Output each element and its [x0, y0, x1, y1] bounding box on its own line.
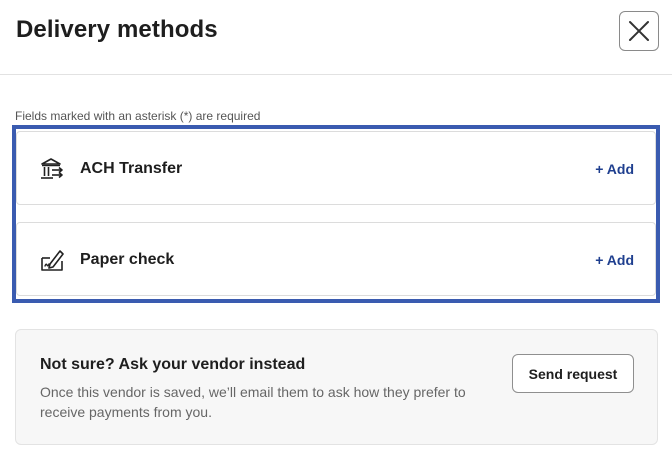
bank-transfer-icon — [41, 158, 63, 179]
required-fields-hint: Fields marked with an asterisk (*) are r… — [15, 109, 261, 123]
method-card-ach-transfer[interactable]: ACH Transfer + Add — [16, 131, 656, 205]
send-request-button[interactable]: Send request — [512, 354, 634, 393]
page-title: Delivery methods — [16, 16, 218, 43]
method-label-ach: ACH Transfer — [80, 160, 183, 177]
ask-vendor-description: Once this vendor is saved, we’ll email t… — [40, 384, 466, 420]
method-card-paper-check[interactable]: Paper check + Add — [16, 222, 656, 296]
ask-vendor-title: Not sure? Ask your vendor instead — [40, 356, 306, 373]
add-ach-transfer-button[interactable]: + Add — [595, 161, 634, 177]
ask-vendor-panel: Not sure? Ask your vendor instead Once t… — [15, 329, 658, 445]
modal-header: Delivery methods — [0, 0, 672, 75]
close-button[interactable] — [619, 11, 659, 51]
add-paper-check-button[interactable]: + Add — [595, 252, 634, 268]
method-label-paper-check: Paper check — [80, 251, 175, 268]
check-sign-icon — [41, 250, 64, 271]
close-icon — [629, 21, 649, 41]
